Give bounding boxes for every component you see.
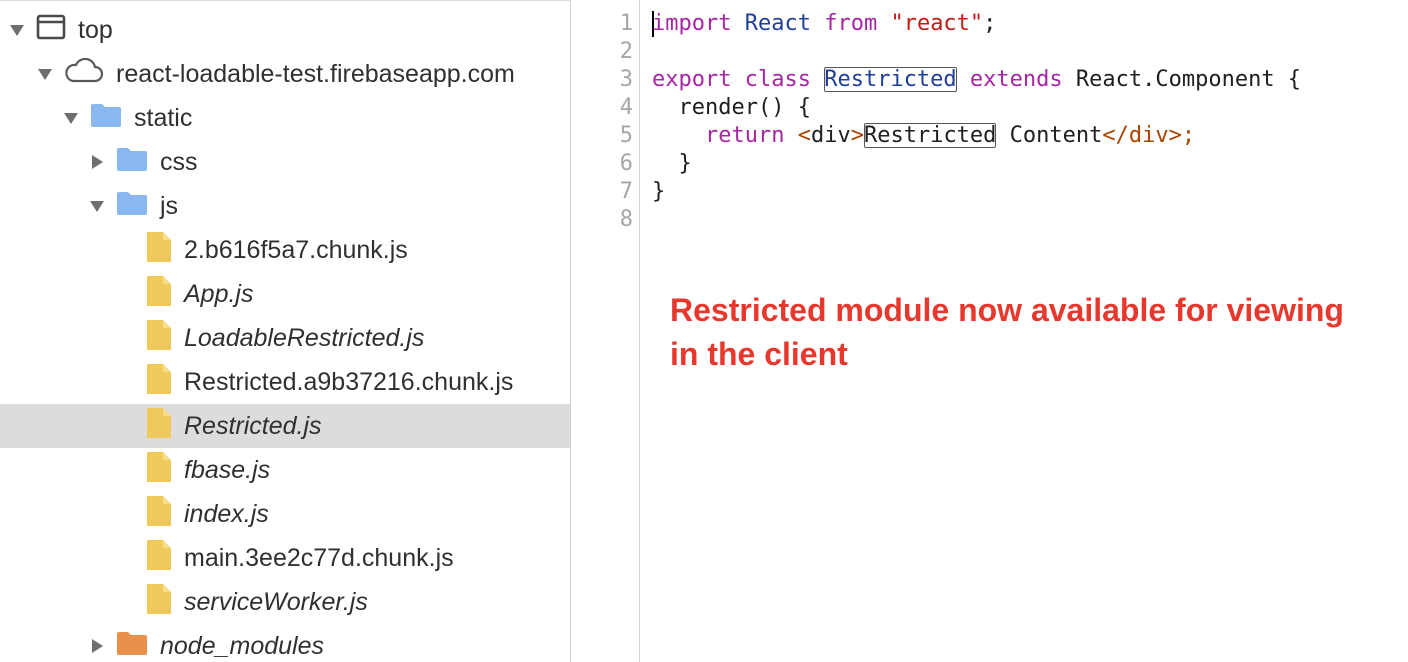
code-token: } bbox=[652, 151, 692, 176]
expand-arrow-down-icon[interactable] bbox=[90, 200, 104, 212]
expand-arrow-down-icon[interactable] bbox=[10, 24, 24, 36]
code-line[interactable]: export class Restricted extends React.Co… bbox=[652, 66, 1301, 94]
tree-item-label: static bbox=[134, 103, 193, 132]
file-icon bbox=[146, 495, 172, 534]
tree-item[interactable]: react-loadable-test.firebaseapp.com bbox=[0, 52, 570, 96]
code-token: class bbox=[744, 67, 811, 92]
tree-item-label: 2.b616f5a7.chunk.js bbox=[184, 235, 408, 264]
code-token: ; bbox=[1181, 123, 1196, 148]
file-icon bbox=[146, 583, 172, 622]
tree-item-label: App.js bbox=[184, 279, 254, 308]
code-token: import bbox=[652, 11, 732, 36]
folder-icon bbox=[116, 146, 148, 179]
annotation-line-1: Restricted module now available for view… bbox=[670, 292, 1344, 328]
line-number: 5 bbox=[619, 123, 633, 148]
tree-item[interactable]: node_modules bbox=[0, 624, 570, 662]
annotation-line-2: in the client bbox=[670, 336, 848, 372]
line-number: 8 bbox=[619, 207, 633, 232]
folder-icon bbox=[90, 102, 122, 135]
file-tree: top react-loadable-test.firebaseapp.com st… bbox=[0, 0, 571, 662]
collapse-arrow-right-icon[interactable] bbox=[92, 155, 103, 169]
code-line[interactable]: } bbox=[652, 178, 665, 206]
tree-item-label: react-loadable-test.firebaseapp.com bbox=[116, 59, 515, 88]
tree-item-label: index.js bbox=[184, 499, 269, 528]
code-line[interactable]: render() { bbox=[652, 94, 811, 122]
cloud-icon bbox=[64, 57, 104, 91]
code-token: from bbox=[824, 11, 878, 36]
line-number-gutter: 1 2 3 4 5 6 7 8 bbox=[572, 0, 640, 662]
line-number: 4 bbox=[619, 95, 633, 120]
expand-arrow-down-icon[interactable] bbox=[64, 112, 78, 124]
code-token: React bbox=[744, 11, 811, 36]
line-number: 3 bbox=[619, 67, 633, 92]
collapse-arrow-right-icon[interactable] bbox=[92, 639, 103, 653]
code-token: extends bbox=[969, 67, 1063, 92]
line-number: 6 bbox=[619, 151, 633, 176]
tree-item-label: fbase.js bbox=[184, 455, 271, 484]
file-icon bbox=[146, 231, 172, 270]
line-number: 2 bbox=[619, 39, 633, 64]
code-token: < bbox=[797, 123, 811, 148]
tree-item[interactable]: top bbox=[0, 8, 570, 52]
tree-item-label: Restricted.a9b37216.chunk.js bbox=[184, 367, 514, 396]
code-line[interactable]: return <div>Restricted Content</div>; bbox=[652, 122, 1195, 150]
tree-item[interactable]: LoadableRestricted.js bbox=[0, 316, 570, 360]
tree-item[interactable]: css bbox=[0, 140, 570, 184]
code-token: Restricted bbox=[824, 67, 957, 92]
tree-item[interactable]: Restricted.js bbox=[0, 404, 570, 448]
tree-item[interactable]: fbase.js bbox=[0, 448, 570, 492]
code-token: "react" bbox=[890, 11, 984, 36]
tree-item[interactable]: serviceWorker.js bbox=[0, 580, 570, 624]
code-token: export bbox=[652, 67, 732, 92]
tree-item[interactable]: Restricted.a9b37216.chunk.js bbox=[0, 360, 570, 404]
tree-item[interactable]: index.js bbox=[0, 492, 570, 536]
tree-item[interactable]: main.3ee2c77d.chunk.js bbox=[0, 536, 570, 580]
tree-item[interactable]: js bbox=[0, 184, 570, 228]
code-line[interactable]: import React from "react"; bbox=[652, 10, 996, 38]
file-icon bbox=[146, 319, 172, 358]
code-token: div bbox=[810, 123, 851, 148]
tree-item[interactable]: App.js bbox=[0, 272, 570, 316]
tree-item-label: top bbox=[78, 15, 113, 44]
tree-item[interactable]: 2.b616f5a7.chunk.js bbox=[0, 228, 570, 272]
file-icon bbox=[146, 539, 172, 578]
code-token: React.Component { bbox=[1062, 67, 1302, 92]
tree-item-label: node_modules bbox=[160, 631, 325, 660]
tree-item-label: LoadableRestricted.js bbox=[184, 323, 425, 352]
tree-item-label: css bbox=[160, 147, 198, 176]
tree-item-label: js bbox=[160, 191, 179, 220]
folder-icon bbox=[116, 190, 148, 223]
frame-icon bbox=[36, 14, 66, 47]
file-icon bbox=[146, 407, 172, 446]
code-token: return bbox=[704, 123, 785, 148]
code-token: > bbox=[850, 123, 864, 148]
tree-item[interactable]: static bbox=[0, 96, 570, 140]
line-number: 7 bbox=[619, 179, 633, 204]
line-number: 1 bbox=[619, 11, 633, 36]
folder-orange-icon bbox=[116, 630, 148, 662]
tree-item-label: Restricted.js bbox=[184, 411, 322, 440]
code-line[interactable]: } bbox=[652, 150, 692, 178]
code-token: Content bbox=[996, 123, 1103, 148]
file-icon bbox=[146, 451, 172, 490]
tree-item-label: serviceWorker.js bbox=[184, 587, 368, 616]
code-token: ; bbox=[983, 11, 997, 36]
file-icon bbox=[146, 275, 172, 314]
tree-item-label: main.3ee2c77d.chunk.js bbox=[184, 543, 454, 572]
annotation-text: Restricted module now available for view… bbox=[670, 288, 1400, 376]
code-token: render() { bbox=[652, 95, 811, 120]
code-token: } bbox=[652, 179, 666, 204]
code-token: </div> bbox=[1102, 123, 1182, 148]
code-token: Restricted bbox=[863, 123, 997, 148]
expand-arrow-down-icon[interactable] bbox=[38, 68, 52, 80]
file-icon bbox=[146, 363, 172, 402]
